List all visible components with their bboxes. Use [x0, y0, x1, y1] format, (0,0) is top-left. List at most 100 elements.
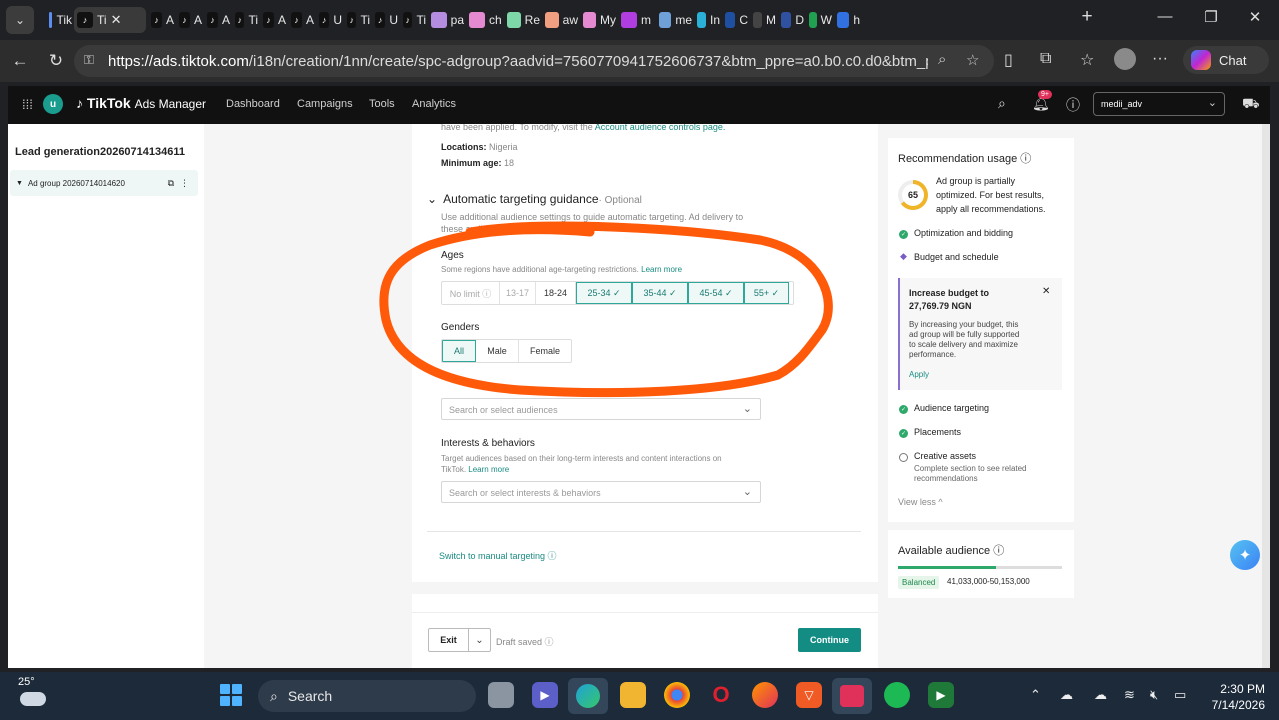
firefox-icon[interactable] [752, 682, 778, 708]
copilot-chat-button[interactable]: Chat [1183, 46, 1269, 74]
site-info-icon[interactable]: ⚿ [84, 52, 94, 68]
user-avatar[interactable]: u [43, 94, 63, 114]
help-icon[interactable]: ⓘ [1066, 95, 1080, 115]
find-icon[interactable]: ⌕ [938, 51, 946, 68]
age-option[interactable]: 45-54 ✓ [688, 282, 744, 304]
browser-tab[interactable]: ♪ Ti ✕ [74, 7, 146, 33]
edge-icon[interactable] [568, 678, 608, 714]
exit-button[interactable]: Exit [429, 629, 469, 651]
age-option[interactable]: 18-24 [536, 282, 576, 304]
account-selector[interactable]: medii_adv ⌄ [1093, 92, 1225, 116]
browser-tab[interactable]: ♪ U [316, 7, 342, 33]
onedrive-icon[interactable]: ☁ [1060, 687, 1073, 703]
cloud-icon[interactable] [20, 692, 46, 706]
browser-tab[interactable]: D [778, 7, 804, 33]
browser-tab[interactable]: ch [466, 7, 502, 33]
restore-icon[interactable]: ❐ [1196, 8, 1226, 26]
download-app-icon[interactable] [832, 678, 872, 714]
favorite-star-icon[interactable]: ☆ [966, 51, 979, 69]
copy-icon[interactable]: ⧉ [168, 178, 174, 189]
play-games-icon[interactable]: ▶ [928, 682, 954, 708]
browser-tab[interactable]: aw [542, 7, 578, 33]
extensions-icon[interactable]: ⧉ [1040, 50, 1051, 68]
windows-start-icon[interactable] [220, 684, 242, 706]
task-view-icon[interactable] [488, 682, 514, 708]
profile-avatar[interactable] [1114, 48, 1136, 70]
browser-tab[interactable]: Tik [46, 7, 72, 33]
browser-tab[interactable]: C [722, 7, 748, 33]
rec-placements[interactable]: Placements [914, 427, 961, 437]
teams-icon[interactable]: ▶ [532, 682, 558, 708]
rec-audience-targeting[interactable]: Audience targeting [914, 403, 989, 413]
favorites-icon[interactable]: ☆ [1080, 50, 1094, 70]
new-tab-button[interactable]: + [1072, 6, 1102, 28]
nav-campaigns[interactable]: Campaigns [297, 98, 353, 110]
browser-tab[interactable]: ♪ U [372, 7, 398, 33]
tiktok-logo[interactable]: ♪ TikTok Ads Manager [76, 95, 206, 111]
wifi-icon[interactable]: ≋ [1124, 687, 1135, 703]
chrome-icon[interactable] [664, 682, 690, 708]
workspace-icon[interactable]: ⛟ [1242, 95, 1260, 114]
window-close-icon[interactable]: ✕ [1240, 8, 1270, 26]
minimize-icon[interactable]: — [1150, 8, 1180, 25]
interests-learn-more-link[interactable]: Learn more [468, 465, 509, 474]
browser-tab[interactable]: ♪ Ti [232, 7, 258, 33]
adgroup-item[interactable]: ▼ Ad group 20260714014620 ⧉ ⋮ [10, 170, 198, 196]
browser-tab[interactable]: My [580, 7, 616, 33]
age-option[interactable]: 35-44 ✓ [632, 282, 688, 304]
rec-creative-assets[interactable]: Creative assets [914, 451, 976, 461]
taskbar-search[interactable]: ⌕ Search [258, 680, 476, 712]
browser-tab[interactable]: ♪ Ti [344, 7, 370, 33]
caret-down-icon[interactable]: ▼ [16, 180, 23, 187]
nav-dashboard[interactable]: Dashboard [226, 98, 280, 110]
apps-grid-icon[interactable]: ⁞⁞⁞ [22, 97, 33, 112]
switch-manual-targeting-link[interactable]: Switch to manual targeting ⓘ [439, 549, 557, 562]
back-icon[interactable]: ← [8, 49, 32, 73]
view-less-link[interactable]: View less ^ [898, 497, 943, 507]
browser-tab[interactable]: ♪ A [148, 7, 174, 33]
gender-option[interactable]: All [442, 340, 476, 362]
assistant-sparkle-icon[interactable]: ✦ [1230, 540, 1260, 570]
reload-icon[interactable]: ↻ [44, 49, 68, 73]
page-scrollbar[interactable] [1262, 124, 1270, 668]
rec-budget[interactable]: Budget and schedule [914, 252, 999, 262]
browser-tab[interactable]: pa [428, 7, 464, 33]
browser-tab[interactable]: ♪ A [176, 7, 202, 33]
apply-link[interactable]: Apply [909, 370, 929, 379]
browser-tab[interactable]: ♪ A [204, 7, 230, 33]
section-header[interactable]: ⌄ Automatic targeting guidance· Optional [427, 192, 642, 206]
interests-dropdown[interactable]: Search or select interests & behaviors ⌄ [441, 481, 761, 503]
weather-temp[interactable]: 25° [18, 676, 35, 688]
campaign-title[interactable]: Lead generation20260714134611 [15, 146, 185, 158]
nav-analytics[interactable]: Analytics [412, 98, 456, 110]
browser-tab[interactable]: ♪ A [288, 7, 314, 33]
more-vertical-icon[interactable]: ⋮ [180, 178, 189, 189]
exit-menu-chevron-icon[interactable]: ⌄ [469, 629, 490, 651]
opera-icon[interactable]: O [708, 682, 734, 708]
search-icon[interactable]: ⌕ [998, 95, 1006, 112]
more-menu-icon[interactable]: ··· [1152, 50, 1168, 68]
browser-tab[interactable]: ♪ Ti [400, 7, 426, 33]
age-option[interactable]: No limit ⓘ [442, 282, 500, 304]
file-explorer-icon[interactable] [620, 682, 646, 708]
browser-tab[interactable]: m [618, 7, 654, 33]
tray-chevron-up-icon[interactable]: ⌃ [1030, 687, 1041, 703]
ages-learn-more-link[interactable]: Learn more [641, 265, 682, 274]
spotify-icon[interactable] [884, 682, 910, 708]
gender-option[interactable]: Male [476, 340, 519, 362]
continue-button[interactable]: Continue [798, 628, 861, 652]
audience-controls-link[interactable]: Account audience controls page. [595, 124, 726, 132]
browser-tab[interactable]: Re [504, 7, 540, 33]
address-bar[interactable]: ⚿ https://ads.tiktok.com/i18n/creation/1… [74, 45, 994, 77]
age-option[interactable]: 25-34 ✓ [576, 282, 632, 304]
battery-icon[interactable]: ▭ [1174, 687, 1186, 703]
browser-tab[interactable]: me [656, 7, 692, 33]
browser-tab[interactable]: M [750, 7, 776, 33]
brave-icon[interactable]: ▽ [796, 682, 822, 708]
browser-tab[interactable]: ♪ A [260, 7, 286, 33]
clock[interactable]: 2:30 PM 7/14/2026 [1203, 681, 1265, 713]
age-option[interactable]: 13-17 [500, 282, 536, 304]
cloud-sync-icon[interactable]: ☁ [1094, 687, 1107, 703]
reading-view-icon[interactable]: ▯ [1004, 50, 1013, 70]
age-option[interactable]: 55+ ✓ [744, 282, 789, 304]
